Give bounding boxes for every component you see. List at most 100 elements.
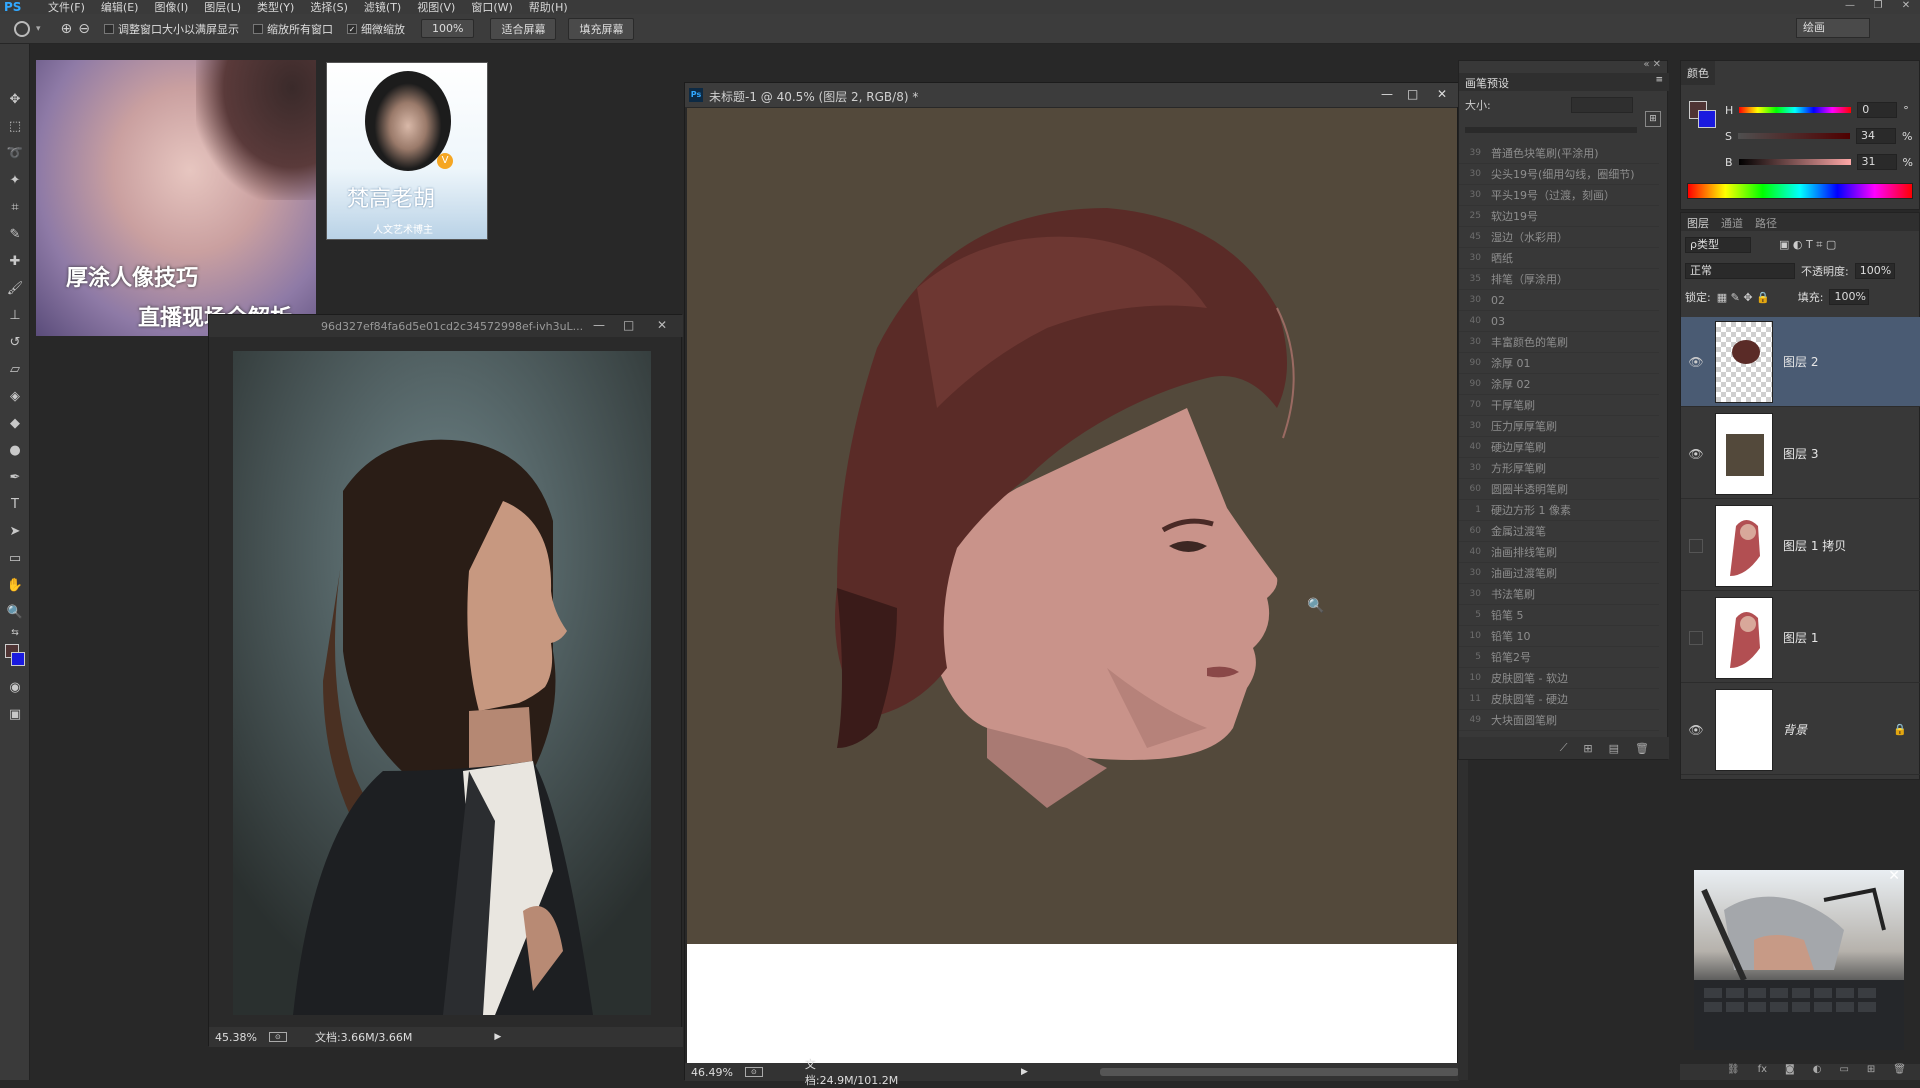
brush-preset-item[interactable]: 30 尖头19号(细用勾线，圈细节) (1459, 164, 1659, 185)
layer-name[interactable]: 图层 3 (1783, 445, 1818, 462)
blur-tool-icon[interactable]: ◆ (0, 410, 30, 437)
eraser-tool-icon[interactable]: ▱ (0, 356, 30, 383)
minimize-icon[interactable]: — (593, 318, 605, 332)
tab-paths[interactable]: 路径 (1755, 215, 1777, 230)
panel-menu-icon[interactable]: ≡ (1655, 75, 1663, 85)
layer-row[interactable]: 图层 1 拷贝 (1681, 501, 1920, 591)
minimize-icon[interactable]: — (1836, 0, 1864, 14)
main-document-window[interactable]: Ps 未标题-1 @ 40.5% (图层 2, RGB/8) * — □ ✕ 🔍… (684, 82, 1459, 1087)
layer-row[interactable]: 👁 图层 3 (1681, 409, 1920, 499)
brush-size-field[interactable] (1571, 97, 1633, 113)
visibility-eye-icon[interactable]: 👁 (1681, 355, 1711, 369)
new-brush-icon[interactable]: ▤ (1609, 742, 1619, 755)
marquee-tool-icon[interactable]: ⬚ (0, 113, 30, 140)
screen-mode-icon[interactable]: ▣ (0, 701, 30, 728)
brush-preset-item[interactable]: 10 皮肤圆笔 - 软边 (1459, 668, 1659, 689)
scrubby-zoom-checkbox[interactable]: ✓ 细微缩放 (347, 21, 405, 37)
tool-preset-chevron-icon[interactable]: ▾ (36, 24, 41, 34)
layer-style-icon[interactable]: fx (1758, 1064, 1767, 1080)
trash-icon[interactable]: 🗑 (1635, 742, 1649, 755)
visibility-eye-icon[interactable]: 👁 (1681, 447, 1711, 461)
close-icon[interactable]: ✕ (1892, 0, 1920, 14)
menu-window[interactable]: 窗口(W) (463, 0, 520, 15)
zoom-tool-icon[interactable] (14, 20, 30, 37)
brush-preset-item[interactable]: 90 涂厚 01 (1459, 353, 1659, 374)
menu-help[interactable]: 帮助(H) (521, 0, 576, 15)
pen-tool-icon[interactable]: ✒ (0, 464, 30, 491)
menu-type[interactable]: 类型(Y) (249, 0, 302, 15)
quick-mask-icon[interactable]: ◉ (0, 674, 30, 701)
tab-color[interactable]: 颜色 (1681, 61, 1715, 85)
brush-preset-item[interactable]: 10 铅笔 10 (1459, 626, 1659, 647)
reference-document-window[interactable]: 96d327ef84fa6d5e01cd2c34572998ef-ivh3uL.… (208, 314, 683, 1047)
color-swatch-stack[interactable] (1689, 101, 1717, 129)
saturation-slider-row[interactable]: S 34 % (1725, 127, 1915, 145)
menu-filter[interactable]: 滤镜(T) (356, 0, 409, 15)
lasso-tool-icon[interactable]: ➰ (0, 140, 30, 167)
menu-file[interactable]: 文件(F) (40, 0, 93, 15)
zoom-out-icon[interactable]: ⊖ (78, 21, 90, 37)
reference-zoom-level[interactable]: 45.38% (215, 1031, 257, 1044)
paint-bucket-tool-icon[interactable]: ◈ (0, 383, 30, 410)
visibility-toggle[interactable] (1689, 538, 1703, 553)
filter-icons[interactable]: ▣ ◐ T ⌗ ▢ (1779, 238, 1836, 252)
move-tool-icon[interactable]: ✥ (0, 86, 30, 113)
brush-preset-item[interactable]: 25 软边19号 (1459, 206, 1659, 227)
color-spectrum-bar[interactable] (1687, 183, 1913, 199)
brush-preset-item[interactable]: 30 丰富颜色的笔刷 (1459, 332, 1659, 353)
layer-row[interactable]: 图层 1 (1681, 593, 1920, 683)
tab-layers[interactable]: 图层 (1687, 215, 1709, 230)
menu-select[interactable]: 选择(S) (302, 0, 356, 15)
zoom-tool-icon[interactable]: 🔍 (0, 599, 30, 626)
resize-windows-checkbox[interactable]: 调整窗口大小以满屏显示 (104, 21, 239, 37)
saturation-slider[interactable] (1737, 133, 1850, 139)
magic-wand-tool-icon[interactable]: ✦ (0, 167, 30, 194)
hue-value[interactable]: 0 (1857, 102, 1898, 118)
saturation-value[interactable]: 34 (1855, 128, 1896, 144)
link-layers-icon[interactable]: ⛓ (1727, 1064, 1740, 1080)
status-menu-arrow-icon[interactable]: ▶ (1021, 1067, 1028, 1077)
type-tool-icon[interactable]: T (0, 491, 30, 518)
close-icon[interactable]: ✕ (1437, 87, 1447, 101)
crop-tool-icon[interactable]: ⌗ (0, 194, 30, 221)
brush-preset-item[interactable]: 30 油画过渡笔刷 (1459, 563, 1659, 584)
restore-icon[interactable]: □ (1407, 87, 1418, 101)
vertical-scrollbar[interactable] (1458, 760, 1468, 1080)
brush-preset-item[interactable]: 1 硬边方形 1 像素 (1459, 500, 1659, 521)
new-group-icon[interactable]: ▭ (1839, 1064, 1848, 1080)
brush-preset-item[interactable]: 40 硬边厚笔刷 (1459, 437, 1659, 458)
brush-preset-item[interactable]: 45 湿边（水彩用） (1459, 227, 1659, 248)
canvas-lower-area[interactable] (687, 944, 1457, 1066)
zoom-all-windows-checkbox[interactable]: 缩放所有窗口 (253, 21, 333, 37)
brush-preset-item[interactable]: 30 书法笔刷 (1459, 584, 1659, 605)
hand-tool-icon[interactable]: ✋ (0, 572, 30, 599)
dodge-tool-icon[interactable]: ● (0, 437, 30, 464)
brush-preset-item[interactable]: 35 排笔（厚涂用） (1459, 269, 1659, 290)
brightness-slider[interactable] (1738, 159, 1851, 165)
brush-preset-item[interactable]: 30 压力厚厚笔刷 (1459, 416, 1659, 437)
brush-preset-item[interactable]: 90 涂厚 02 (1459, 374, 1659, 395)
tab-channels[interactable]: 通道 (1721, 215, 1743, 230)
brush-preset-item[interactable]: 49 大块面圆笔刷 (1459, 710, 1659, 731)
trash-icon[interactable]: 🗑 (1893, 1064, 1906, 1080)
hue-slider-row[interactable]: H 0 ° (1725, 101, 1915, 119)
path-select-tool-icon[interactable]: ➤ (0, 518, 30, 545)
fit-screen-button[interactable]: 适合屏幕 (490, 17, 557, 40)
swap-colors-icon[interactable]: ⇆ (0, 626, 30, 640)
hue-slider[interactable] (1739, 107, 1852, 113)
brush-size-slider[interactable] (1465, 127, 1637, 133)
background-color-swatch[interactable] (1698, 110, 1716, 128)
layer-row[interactable]: 👁 背景 🔒 (1681, 685, 1920, 775)
brush-preset-item[interactable]: 11 皮肤圆笔 - 硬边 (1459, 689, 1659, 710)
brush-preset-list[interactable]: 39 普通色块笔刷(平涂用) 30 尖头19号(细用勾线，圈细节) 30 平头19号（过渡… (1459, 143, 1659, 785)
tab-brush-presets[interactable]: 画笔预设 (1465, 77, 1509, 90)
visibility-eye-icon[interactable]: 👁 (1681, 723, 1711, 737)
horizontal-scrollbar[interactable] (1099, 1068, 1459, 1076)
brush-preset-item[interactable]: 60 圆圈半透明笔刷 (1459, 479, 1659, 500)
layer-name[interactable]: 背景 (1783, 721, 1807, 738)
brush-preset-item[interactable]: 40 03 (1459, 311, 1659, 332)
menu-view[interactable]: 视图(V) (409, 0, 463, 15)
painting-canvas[interactable]: 🔍 (687, 108, 1457, 944)
history-brush-tool-icon[interactable]: ↺ (0, 329, 30, 356)
close-icon[interactable]: ✕ (657, 318, 667, 332)
